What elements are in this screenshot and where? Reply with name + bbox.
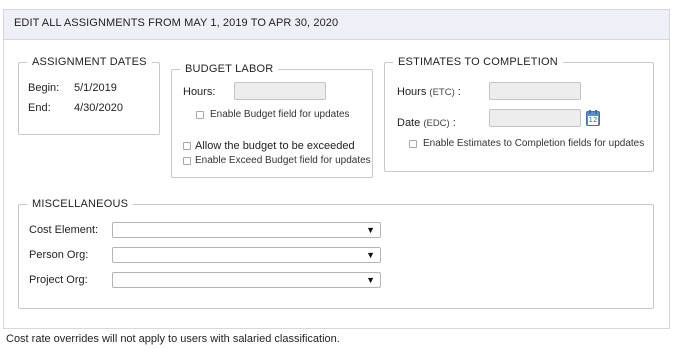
edc-date-input[interactable] [489, 109, 581, 127]
chevron-down-icon: ▼ [366, 275, 375, 285]
chevron-down-icon: ▼ [366, 225, 375, 235]
salaried-footnote: Cost rate overrides will not apply to us… [6, 333, 340, 345]
allow-exceed-checkbox[interactable] [183, 142, 191, 150]
allow-exceed-label: Allow the budget to be exceeded [195, 140, 355, 152]
budget-hours-label: Hours: [183, 86, 216, 98]
enable-exceed-label: Enable Exceed Budget field for updates [195, 155, 371, 166]
calendar-icon[interactable]: 12 [586, 110, 600, 126]
project-org-select[interactable]: ▼ [112, 272, 381, 288]
enable-estimates-label: Enable Estimates to Completion fields fo… [423, 138, 645, 149]
cost-element-label: Cost Element: [29, 224, 99, 236]
begin-value: 5/1/2019 [74, 82, 117, 94]
person-org-select[interactable]: ▼ [112, 247, 381, 263]
edc-date-label: Date (EDC) : [397, 117, 456, 129]
enable-exceed-checkbox[interactable] [183, 157, 191, 165]
etc-hours-label: Hours (ETC) : [397, 86, 461, 98]
budget-hours-input[interactable] [234, 82, 326, 100]
enable-estimates-checkbox[interactable] [409, 140, 417, 148]
chevron-down-icon: ▼ [366, 250, 375, 260]
cost-element-select[interactable]: ▼ [112, 222, 381, 238]
panel-title: EDIT ALL ASSIGNMENTS FROM MAY 1, 2019 TO… [14, 17, 339, 29]
budget-labor-legend: BUDGET LABOR [185, 63, 274, 75]
etc-hours-input[interactable] [489, 82, 581, 100]
enable-budget-label: Enable Budget field for updates [210, 109, 350, 120]
edit-assignments-panel: EDIT ALL ASSIGNMENTS FROM MAY 1, 2019 TO… [3, 9, 670, 329]
assignment-dates-legend: ASSIGNMENT DATES [32, 56, 147, 68]
end-label: End: [28, 102, 51, 114]
assignment-dates-group: ASSIGNMENT DATES [18, 56, 160, 135]
begin-label: Begin: [28, 82, 60, 94]
enable-budget-checkbox[interactable] [196, 111, 204, 119]
end-value: 4/30/2020 [74, 102, 123, 114]
panel-header: EDIT ALL ASSIGNMENTS FROM MAY 1, 2019 TO… [4, 10, 669, 40]
person-org-label: Person Org: [29, 249, 89, 261]
miscellaneous-legend: MISCELLANEOUS [32, 198, 129, 210]
estimates-legend: ESTIMATES TO COMPLETION [398, 56, 558, 68]
project-org-label: Project Org: [29, 274, 88, 286]
